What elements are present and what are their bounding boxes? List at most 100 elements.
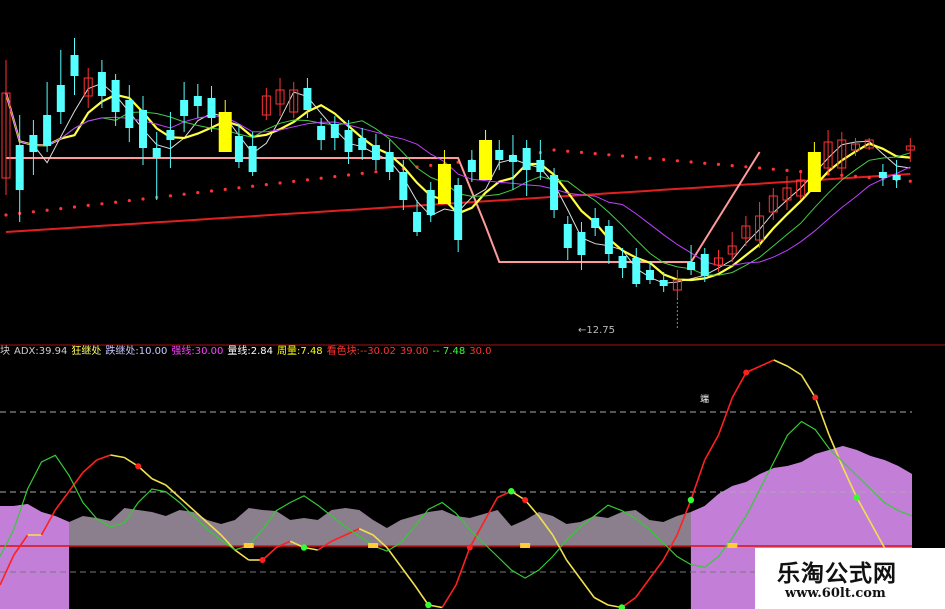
- candle-body: [522, 148, 531, 170]
- candle-body: [399, 172, 408, 200]
- sell-marker: [687, 496, 695, 504]
- candle-body: [495, 150, 504, 160]
- legend-item: 跌继处:10.00: [105, 346, 168, 357]
- support-dot: [648, 156, 652, 160]
- candle-body: [563, 224, 572, 248]
- candle-body: [358, 138, 367, 150]
- candle-body: [385, 152, 394, 172]
- candle-body: [807, 152, 821, 192]
- support-dot: [127, 199, 131, 203]
- oscillator-line-a: [413, 584, 430, 606]
- candle-body: [413, 212, 422, 232]
- candle-body: [479, 140, 493, 180]
- support-dot: [196, 191, 200, 195]
- oscillator-line-a: [704, 434, 720, 461]
- candle-body: [604, 226, 613, 254]
- buy-marker: [812, 394, 819, 401]
- support-dot: [209, 189, 214, 193]
- buy-marker: [522, 497, 529, 503]
- buy-marker: [466, 544, 473, 551]
- legend-item: 块: [0, 346, 10, 357]
- candle-body: [687, 262, 696, 270]
- legend-item: -- 7.48: [432, 346, 466, 357]
- signal-tick: [243, 543, 254, 548]
- support-dot: [552, 148, 556, 152]
- support-dot: [223, 187, 227, 191]
- candle-body: [550, 175, 559, 210]
- candle-body: [15, 145, 24, 190]
- oscillator-line-a: [648, 559, 664, 580]
- legend-item: 量线:2.84: [227, 346, 274, 357]
- candle-body: [29, 135, 38, 152]
- support-dot: [278, 181, 282, 185]
- legend-item: 30.0: [469, 346, 492, 357]
- candle-body: [577, 232, 586, 255]
- oscillator-line-a: [441, 584, 457, 608]
- support-dot: [593, 152, 597, 156]
- histogram-highlight: [0, 504, 70, 609]
- oscillator-line-a: [400, 565, 416, 586]
- legend-item: ADX:39.94: [14, 346, 68, 357]
- support-dot: [429, 163, 433, 167]
- candle-body: [700, 254, 709, 276]
- support-dot: [114, 200, 118, 204]
- support-dot: [662, 158, 666, 162]
- support-dot: [237, 186, 241, 190]
- support-dot: [182, 192, 186, 196]
- candle-body: [234, 136, 243, 162]
- support-dot: [730, 164, 734, 168]
- legend-item: 狂继处: [71, 346, 102, 357]
- legend-item: 周量:7.48: [277, 346, 323, 357]
- oscillator-line-a: [82, 459, 98, 474]
- support-dot: [771, 167, 775, 171]
- oscillator-line-a: [800, 374, 816, 398]
- candle-body: [892, 175, 901, 180]
- oscillator-line-a: [717, 397, 734, 436]
- candle-body: [166, 130, 175, 140]
- candle-body: [70, 55, 79, 76]
- oscillator-line-a: [731, 372, 747, 398]
- support-dot: [45, 208, 49, 212]
- support-dot: [607, 153, 611, 157]
- support-dot: [867, 176, 871, 180]
- buy-marker: [259, 557, 266, 563]
- oscillator-line-a: [814, 397, 830, 436]
- support-dot: [4, 213, 8, 217]
- candle-body: [180, 100, 189, 116]
- sell-marker: [508, 488, 515, 495]
- support-dot: [579, 150, 584, 154]
- candle-body: [193, 96, 202, 106]
- candle-body: [618, 256, 627, 268]
- oscillator-line-a: [110, 454, 125, 459]
- support-dot: [333, 175, 337, 179]
- buy-marker: [135, 463, 142, 470]
- oscillator-line-a: [565, 559, 582, 580]
- support-dot: [59, 207, 63, 211]
- oscillator-line-a: [96, 454, 111, 461]
- support-dot: [319, 176, 323, 180]
- candle-body: [43, 115, 52, 146]
- stock-chart: [0, 38, 945, 609]
- watermark-url: www.60lt.com: [785, 586, 886, 601]
- candle-body: [645, 270, 654, 280]
- candle-body: [125, 100, 134, 128]
- support-dot: [168, 194, 173, 198]
- sell-marker: [425, 601, 432, 609]
- support-dot: [374, 170, 378, 174]
- signal-tick: [368, 543, 379, 548]
- sell-marker: [853, 494, 860, 501]
- candle-body: [591, 218, 600, 228]
- legend-item: 39.00: [399, 346, 429, 357]
- candle-body: [344, 130, 353, 152]
- watermark: 乐淘公式网 www.60lt.com: [755, 548, 945, 609]
- signal-tick: [727, 543, 738, 548]
- candle-body: [467, 160, 476, 172]
- support-dot: [251, 184, 255, 188]
- candle-body: [97, 72, 106, 96]
- support-dot: [346, 173, 351, 177]
- support-dot: [292, 179, 296, 183]
- support-dot: [141, 197, 145, 201]
- sell-marker: [300, 544, 308, 551]
- support-dot: [853, 174, 858, 178]
- support-dot: [703, 161, 707, 165]
